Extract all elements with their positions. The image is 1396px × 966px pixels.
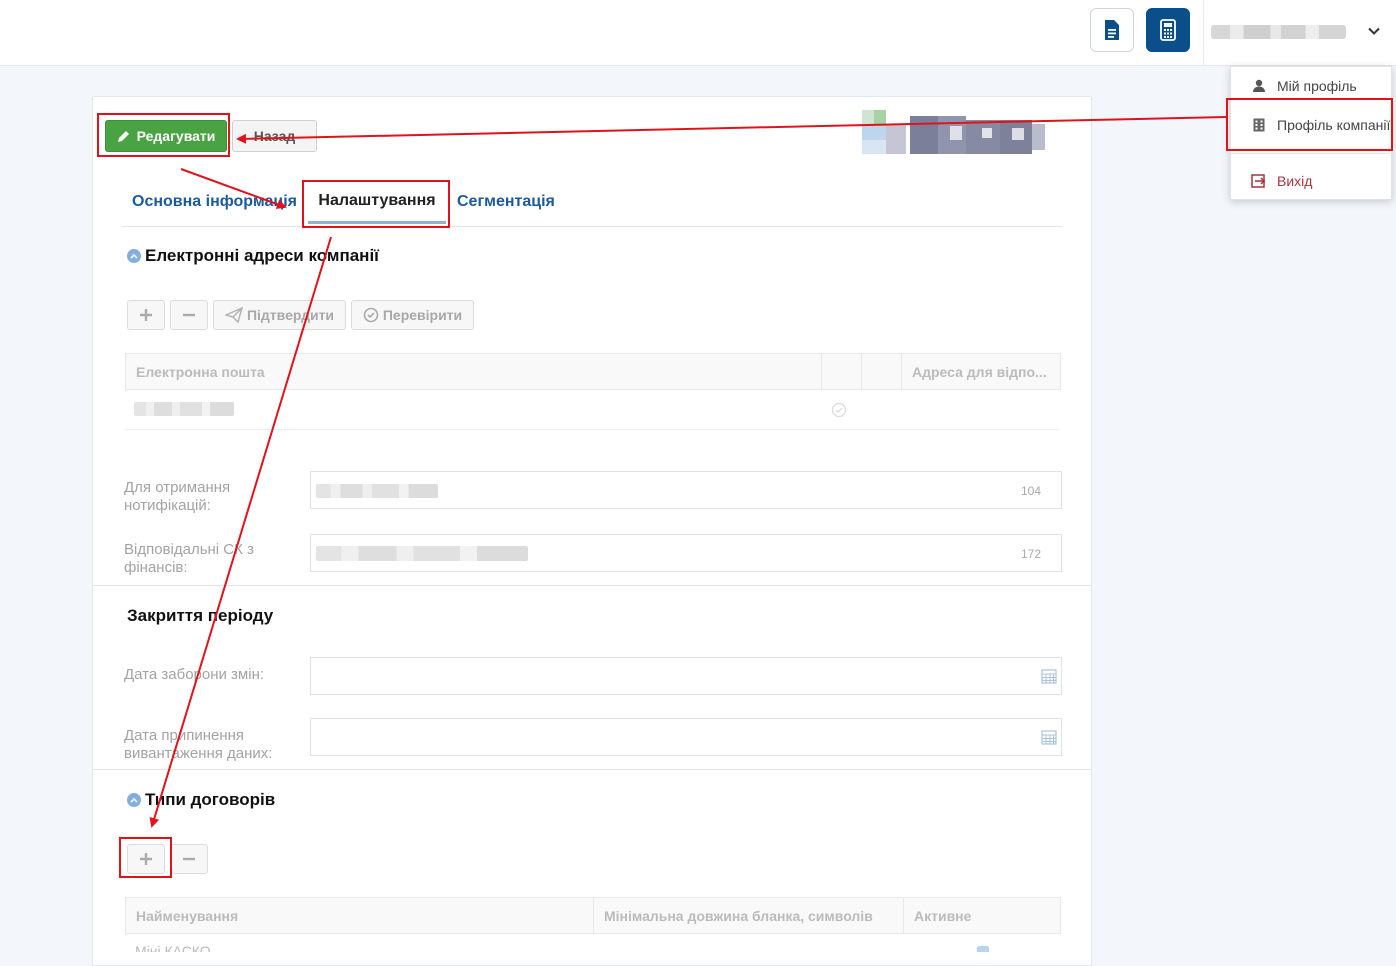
annotation-arrows (149, 116, 1227, 828)
